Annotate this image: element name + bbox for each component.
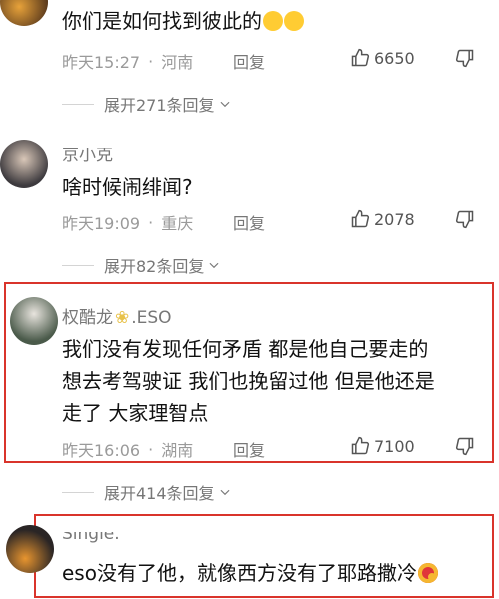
comment-text: 走了 大家理智点 (62, 401, 209, 425)
reply-button[interactable]: 回复 (233, 437, 265, 461)
avatar[interactable] (6, 525, 54, 573)
comment-meta: 昨天15:27 · 河南 (62, 51, 194, 73)
avatar[interactable] (0, 140, 48, 188)
comment-meta: 昨天16:06 · 湖南 (62, 439, 194, 461)
like-button[interactable]: 6650 (350, 48, 415, 68)
thumbs-up-icon (351, 436, 370, 455)
flower-emoji-icon: ❀ (115, 308, 130, 328)
crying-emoji-icon (263, 11, 283, 31)
reply-button[interactable]: 回复 (233, 210, 265, 234)
comment-text: eso没有了他，就像西方没有了耶路撒冷 (62, 558, 438, 588)
comment-text: 你们是如何找到彼此的 (62, 6, 304, 36)
comment-text: 啥时候闹绯闻? (62, 175, 193, 199)
chevron-down-icon (209, 262, 219, 269)
expand-replies[interactable]: 展开414条回复 (62, 480, 232, 504)
crying-emoji-icon (284, 11, 304, 31)
comment-text: 我们没有发现任何矛盾 都是他自己要走的 (62, 337, 429, 361)
username[interactable]: 京小克 (62, 148, 113, 165)
like-button[interactable]: 7100 (350, 436, 415, 456)
thumbs-up-icon (351, 209, 370, 228)
chevron-down-icon (220, 489, 230, 496)
thumbs-down-icon[interactable] (455, 209, 475, 229)
chevron-down-icon (220, 101, 230, 108)
thumbs-down-icon[interactable] (455, 436, 475, 456)
avatar[interactable] (10, 297, 58, 345)
heart-eyes-emoji-icon (417, 563, 438, 583)
reply-button[interactable]: 回复 (233, 49, 265, 73)
avatar[interactable] (0, 0, 48, 26)
username[interactable]: 权酷龙 ❀ .ESO (62, 303, 172, 328)
like-button[interactable]: 2078 (350, 209, 415, 229)
expand-replies[interactable]: 展开82条回复 (62, 253, 221, 277)
thumbs-up-icon (351, 48, 370, 67)
expand-replies[interactable]: 展开271条回复 (62, 92, 232, 116)
comment-text: 想去考驾驶证 我们也挽留过他 但是他还是 (62, 369, 435, 393)
comment-meta: 昨天19:09 · 重庆 (62, 212, 194, 234)
thumbs-down-icon[interactable] (455, 48, 475, 68)
